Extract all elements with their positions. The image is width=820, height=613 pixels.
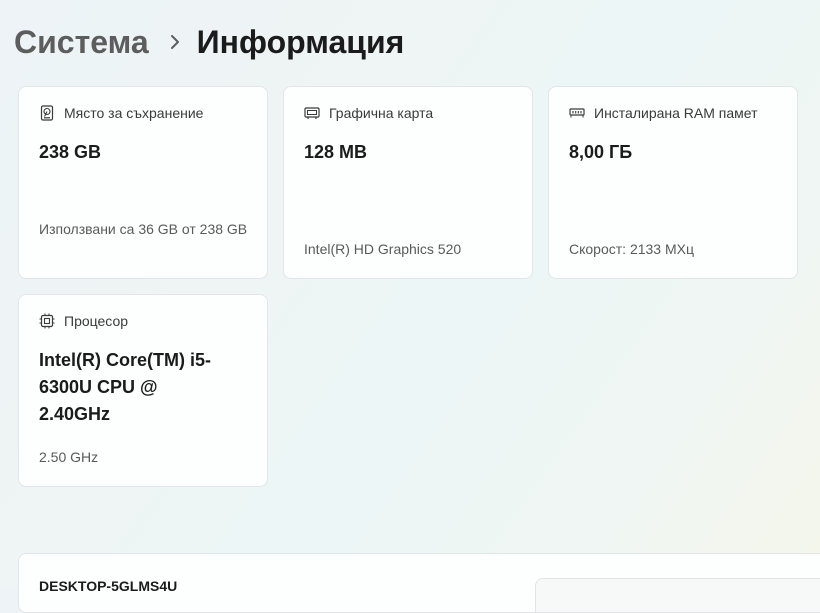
graphics-label: Графична карта [329, 105, 434, 121]
device-name: DESKTOP-5GLMS4U [39, 578, 178, 594]
storage-card-header: Място за съхранение [39, 105, 203, 121]
processor-card-header: Процесор [39, 313, 128, 329]
breadcrumb: Система Информация [14, 20, 404, 64]
memory-icon [569, 105, 585, 121]
storage-value: 238 GB [39, 142, 102, 162]
graphics-card-icon [304, 105, 320, 121]
processor-card[interactable]: Процесор Intel(R) Core(TM) i5-6300U CPU … [18, 294, 268, 487]
processor-detail: 2.50 GHz [39, 449, 99, 465]
storage-card[interactable]: Място за съхранение 238 GB Използвани са… [18, 86, 268, 279]
page-title: Информация [196, 23, 405, 60]
ram-card[interactable]: Инсталирана RAM памет 8,00 ГБ Скорост: 2… [548, 86, 798, 279]
device-panel: DESKTOP-5GLMS4U [18, 553, 820, 613]
ram-card-header: Инсталирана RAM памет [569, 105, 758, 121]
storage-label: Място за съхранение [64, 105, 204, 121]
graphics-value: 128 MB [304, 142, 368, 162]
storage-detail: Използвани са 36 GB от 238 GB [39, 221, 248, 237]
ram-value: 8,00 ГБ [569, 142, 633, 162]
chevron-right-icon [169, 33, 181, 51]
processor-label: Процесор [64, 313, 129, 329]
device-action-area[interactable] [535, 578, 820, 612]
ram-label: Инсталирана RAM памет [594, 105, 758, 121]
graphics-card-header: Графична карта [304, 105, 433, 121]
processor-value: Intel(R) Core(TM) i5-6300U CPU @ 2.40GHz [39, 350, 211, 424]
hard-drive-icon [39, 105, 55, 121]
breadcrumb-parent-system[interactable]: Система [14, 24, 149, 61]
graphics-card[interactable]: Графична карта 128 MB Intel(R) HD Graphi… [283, 86, 533, 279]
processor-icon [39, 313, 55, 329]
ram-detail: Скорост: 2133 МХц [569, 241, 694, 257]
graphics-detail: Intel(R) HD Graphics 520 [304, 241, 462, 257]
